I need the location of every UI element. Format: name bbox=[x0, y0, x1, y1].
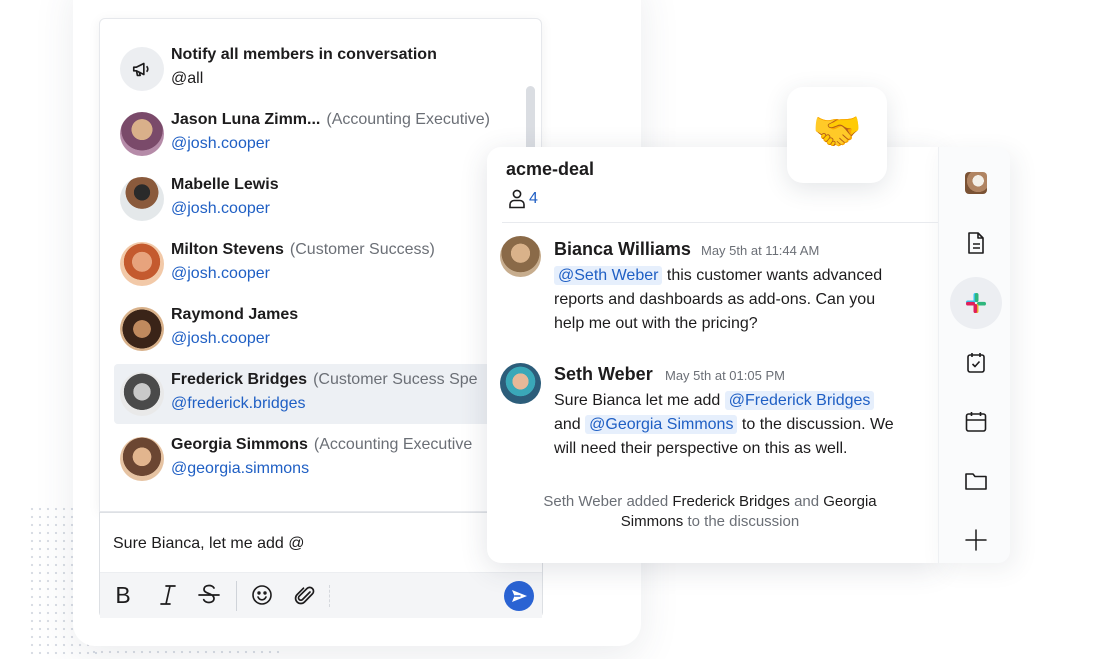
message-line: @Seth Weber this customer wants advanced bbox=[554, 264, 882, 288]
mention-role: (Accounting Executive bbox=[313, 436, 473, 453]
mention-option-all[interactable]: Notify all members in conversation @all bbox=[114, 39, 534, 99]
handshake-icon: 🤝 bbox=[812, 110, 862, 154]
mention-handle: @josh.cooper bbox=[171, 330, 270, 347]
mention-handle: @josh.cooper bbox=[171, 135, 270, 152]
message-composer: Sure Bianca, let me add @ B bbox=[99, 512, 543, 618]
mention-name: Frederick Bridges bbox=[171, 371, 308, 388]
channel-title: acme-deal bbox=[506, 159, 595, 179]
avatar[interactable] bbox=[500, 236, 541, 277]
rail-add[interactable] bbox=[950, 514, 1002, 566]
system-user: Frederick Bridges bbox=[672, 493, 790, 510]
avatar bbox=[120, 112, 164, 156]
avatar bbox=[120, 177, 164, 221]
mention-role: (Customer Success) bbox=[289, 241, 435, 258]
rail-slack[interactable] bbox=[950, 277, 1002, 329]
rail-dog-avatar[interactable] bbox=[950, 157, 1002, 209]
user-mention[interactable]: @Frederick Bridges bbox=[724, 391, 875, 410]
system-message: Seth Weber added Frederick Bridges and G… bbox=[510, 492, 910, 512]
rail-documents[interactable] bbox=[950, 217, 1002, 269]
dog-avatar-icon bbox=[965, 172, 987, 194]
slack-icon bbox=[966, 293, 986, 313]
message-line: Sure Bianca let me add @Frederick Bridge… bbox=[554, 389, 875, 413]
toolbar-divider bbox=[329, 585, 330, 607]
system-message-line2: Simmons to the discussion bbox=[510, 512, 910, 532]
mention-autocomplete: Notify all members in conversation @all … bbox=[99, 18, 542, 512]
mention-option-user[interactable]: Milton Stevens (Customer Success) @josh.c… bbox=[114, 234, 534, 294]
mention-role: (Customer Sucess Spe bbox=[313, 371, 478, 388]
italic-icon[interactable] bbox=[155, 581, 181, 609]
mention-option-user[interactable]: Georgia Simmons (Accounting Executive @ge… bbox=[114, 429, 534, 489]
mention-handle: @georgia.simmons bbox=[171, 460, 310, 477]
mention-name: Georgia Simmons bbox=[171, 436, 308, 453]
person-icon bbox=[509, 189, 525, 209]
message-text: help me out with the pricing? bbox=[554, 315, 758, 332]
folder-icon bbox=[965, 473, 987, 490]
mention-name: Mabelle Lewis bbox=[171, 176, 279, 193]
formatting-toolbar: B bbox=[100, 572, 542, 618]
send-button[interactable] bbox=[504, 581, 534, 611]
rail-calendar[interactable] bbox=[950, 396, 1002, 448]
system-user: Georgia bbox=[823, 493, 877, 510]
mention-option-user-selected[interactable]: Frederick Bridges (Customer Sucess Spe @f… bbox=[114, 364, 541, 424]
system-text: to the discussion bbox=[687, 513, 800, 530]
message-timestamp: May 5th at 01:05 PM bbox=[665, 368, 785, 383]
message-author[interactable]: Seth Weber bbox=[554, 364, 653, 385]
document-icon bbox=[968, 232, 984, 254]
plus-icon bbox=[965, 529, 987, 551]
emoji-card: 🤝 bbox=[787, 87, 887, 183]
message-text: to the discussion. We bbox=[741, 416, 894, 433]
rail-files[interactable] bbox=[950, 455, 1002, 507]
rail-tasks[interactable] bbox=[950, 337, 1002, 389]
strikethrough-icon[interactable] bbox=[196, 581, 222, 609]
message-author[interactable]: Bianca Williams bbox=[554, 239, 691, 260]
attachment-icon[interactable] bbox=[292, 581, 318, 609]
mention-option-user[interactable]: Raymond James @josh.cooper bbox=[114, 299, 534, 359]
bold-icon[interactable]: B bbox=[110, 581, 136, 609]
mention-name: Raymond James bbox=[171, 306, 299, 323]
composer-input[interactable]: Sure Bianca, let me add @ bbox=[113, 535, 304, 553]
mention-name: Notify all members in conversation bbox=[171, 46, 437, 63]
message-text: Sure Bianca let me add bbox=[554, 392, 721, 409]
system-user: Simmons bbox=[620, 513, 684, 530]
mention-option-user[interactable]: Jason Luna Zimm... (Accounting Executive)… bbox=[114, 104, 534, 164]
send-icon bbox=[512, 590, 527, 602]
system-text: Seth Weber added bbox=[543, 493, 669, 510]
avatar[interactable] bbox=[500, 363, 541, 404]
mention-name: Jason Luna Zimm... bbox=[171, 111, 321, 128]
avatar bbox=[120, 242, 164, 286]
mention-handle: @josh.cooper bbox=[171, 265, 270, 282]
user-mention[interactable]: @Seth Weber bbox=[554, 266, 663, 285]
member-count-value: 4 bbox=[529, 190, 538, 207]
mention-name: Milton Stevens bbox=[171, 241, 284, 258]
message-text: and bbox=[554, 416, 581, 433]
emoji-icon[interactable] bbox=[249, 581, 275, 609]
mention-option-user[interactable]: Mabelle Lewis @josh.cooper bbox=[114, 169, 534, 229]
avatar bbox=[120, 437, 164, 481]
message-text: this customer wants advanced bbox=[666, 267, 883, 284]
user-mention[interactable]: @Georgia Simmons bbox=[585, 415, 738, 434]
mention-handle: @all bbox=[171, 70, 204, 87]
channel-header-divider bbox=[502, 222, 938, 223]
checklist-icon bbox=[967, 353, 985, 373]
avatar bbox=[120, 307, 164, 351]
toolbar-divider bbox=[236, 581, 237, 611]
mention-handle: @josh.cooper bbox=[171, 200, 270, 217]
system-text: and bbox=[794, 493, 820, 510]
message-text: will need their perspective on this as w… bbox=[554, 440, 848, 457]
calendar-icon bbox=[965, 412, 987, 432]
message-text: reports and dashboards as add-ons. Can y… bbox=[554, 291, 876, 308]
mention-handle: @frederick.bridges bbox=[171, 395, 306, 412]
megaphone-icon bbox=[120, 47, 164, 91]
avatar bbox=[120, 372, 164, 416]
message-line: and @Georgia Simmons to the discussion. … bbox=[554, 413, 894, 437]
mention-role: (Accounting Executive) bbox=[326, 111, 490, 128]
member-count[interactable]: 4 bbox=[508, 188, 538, 210]
message-timestamp: May 5th at 11:44 AM bbox=[701, 243, 820, 258]
